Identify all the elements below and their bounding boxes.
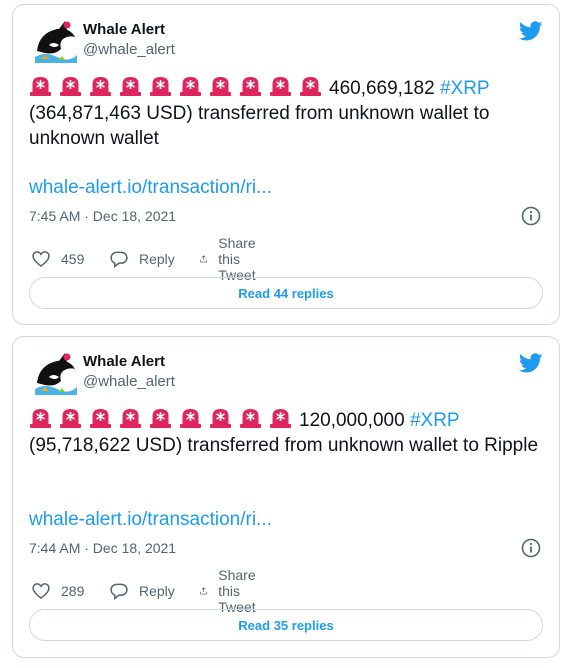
rotating-light-icon (240, 409, 261, 428)
hashtag-link[interactable]: #XRP (440, 78, 489, 99)
like-count: 459 (61, 251, 85, 267)
hashtag-link[interactable]: #XRP (410, 410, 459, 431)
reply-label: Reply (139, 583, 175, 599)
amount: 120,000,000 (299, 410, 405, 431)
author-name[interactable]: Whale Alert (83, 353, 165, 370)
rotating-light-icon (90, 409, 111, 428)
reply-button[interactable]: Reply (109, 580, 175, 602)
twitter-bird-icon[interactable] (519, 351, 543, 375)
author-handle[interactable]: @whale_alert (83, 41, 175, 58)
rotating-light-icon (240, 77, 261, 96)
author-handle[interactable]: @whale_alert (83, 373, 175, 390)
reply-icon (110, 251, 128, 269)
author-name[interactable]: Whale Alert (83, 21, 165, 38)
share-label: Share this Tweet (218, 235, 256, 283)
rotating-light-icon (300, 77, 321, 96)
orca-avatar[interactable] (29, 15, 81, 67)
read-replies-button[interactable]: Read 35 replies (29, 609, 543, 641)
share-button[interactable]: Share this Tweet (199, 235, 266, 283)
share-icon (200, 587, 208, 595)
rotating-light-icon (60, 409, 81, 428)
tweet-body-rest: (95,718,622 USD) transferred from unknow… (29, 435, 539, 456)
info-icon[interactable] (521, 206, 541, 226)
rotating-light-icon (90, 77, 111, 96)
rotating-light-icon (180, 409, 201, 428)
heart-icon (32, 251, 50, 268)
siren-row (29, 409, 299, 431)
tweet-text: 460,669,182 #XRP (364,871,463 USD) trans… (29, 75, 543, 151)
share-button[interactable]: Share this Tweet (199, 567, 266, 615)
share-icon (200, 255, 208, 263)
reply-button[interactable]: Reply (109, 248, 175, 270)
reply-icon (110, 583, 128, 601)
heart-icon (32, 583, 50, 600)
twitter-bird-icon[interactable] (519, 19, 543, 43)
transaction-link[interactable]: whale-alert.io/transaction/ri... (29, 177, 272, 199)
rotating-light-icon (120, 77, 141, 96)
like-count: 289 (61, 583, 85, 599)
timestamp[interactable]: 7:44 AM · Dec 18, 2021 (29, 540, 176, 556)
read-replies-button[interactable]: Read 44 replies (29, 277, 543, 309)
siren-row (29, 77, 329, 99)
rotating-light-icon (210, 77, 231, 96)
reply-label: Reply (139, 251, 175, 267)
rotating-light-icon (60, 77, 81, 96)
rotating-light-icon (210, 409, 231, 428)
rotating-light-icon (270, 77, 291, 96)
amount: 460,669,182 (329, 78, 435, 99)
transaction-link[interactable]: whale-alert.io/transaction/ri... (29, 509, 272, 531)
like-button[interactable]: 289 (31, 580, 84, 602)
tweet-body-rest: (364,871,463 USD) transferred from unkno… (29, 103, 490, 149)
rotating-light-icon (120, 409, 141, 428)
rotating-light-icon (30, 409, 51, 428)
rotating-light-icon (150, 409, 171, 428)
rotating-light-icon (30, 77, 51, 96)
like-button[interactable]: 459 (31, 248, 84, 270)
orca-avatar[interactable] (29, 347, 81, 399)
tweet-card[interactable]: Whale Alert @whale_alert 120,000,000 #XR… (12, 336, 560, 658)
share-label: Share this Tweet (218, 567, 256, 615)
tweet-text: 120,000,000 #XRP (95,718,622 USD) transf… (29, 407, 543, 458)
rotating-light-icon (150, 77, 171, 96)
info-icon[interactable] (521, 538, 541, 558)
timestamp[interactable]: 7:45 AM · Dec 18, 2021 (29, 208, 176, 224)
tweet-card[interactable]: Whale Alert @whale_alert 460,669,182 #XR… (12, 4, 560, 325)
rotating-light-icon (180, 77, 201, 96)
rotating-light-icon (270, 409, 291, 428)
